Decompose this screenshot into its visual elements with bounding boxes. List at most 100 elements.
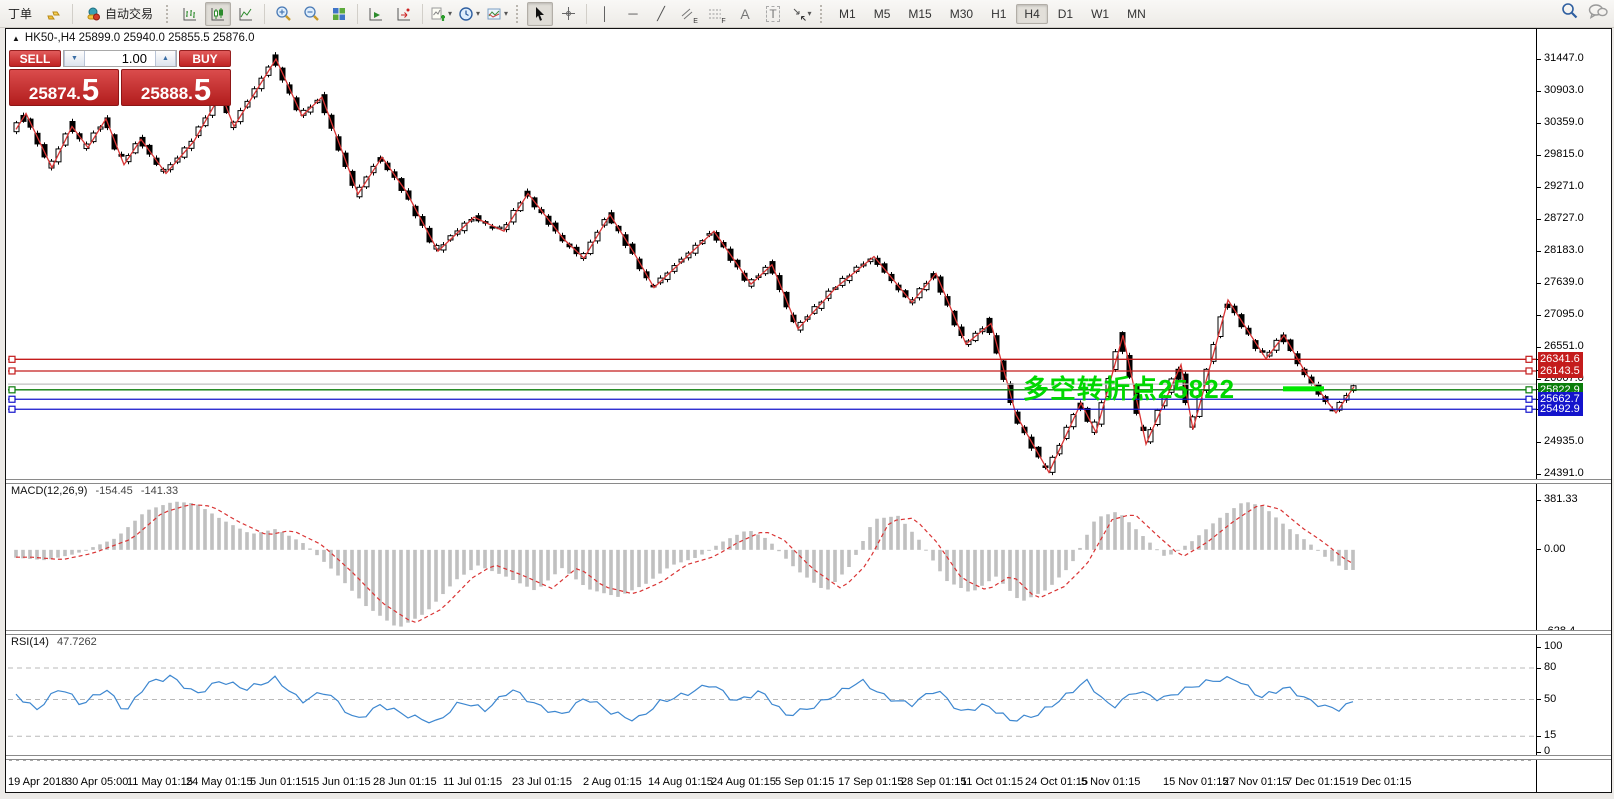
sell-button-label: SELL: [20, 52, 51, 66]
candlestick-icon: [210, 6, 226, 22]
top-toolbar: 丁单 自动交易: [0, 0, 1614, 28]
pane-separator[interactable]: [6, 479, 1611, 484]
sell-button[interactable]: SELL: [9, 50, 61, 67]
one-click-trade-panel: SELL ▼ 1.00 ▲ BUY 25874. 5 25888.: [9, 50, 231, 106]
trendline-icon: ╱: [657, 6, 665, 22]
toolbar-grip[interactable]: [820, 5, 825, 23]
chart-annotation: 多空转折点25822: [1023, 374, 1235, 404]
autotrade-button[interactable]: 自动交易: [78, 2, 160, 26]
price-axis[interactable]: 31447.030903.030359.029815.029271.028727…: [1536, 29, 1612, 792]
text-tool[interactable]: A: [732, 2, 758, 26]
rsi-label-row: RSI(14) 47.7262: [11, 636, 97, 648]
timeframe-m5[interactable]: M5: [866, 4, 899, 24]
arrows-tool[interactable]: ▾: [788, 2, 814, 26]
timeframe-m15[interactable]: M15: [900, 4, 939, 24]
pane-separator[interactable]: [6, 755, 1611, 760]
price-tick: 27095.0: [1544, 308, 1584, 320]
price-tick: 24391.0: [1544, 467, 1584, 479]
tile-windows-icon: [331, 6, 347, 22]
price-tick: 29271.0: [1544, 180, 1584, 192]
timeframe-w1[interactable]: W1: [1083, 4, 1117, 24]
toolbar-grip[interactable]: [166, 5, 171, 23]
bar-chart-mode-button[interactable]: [177, 2, 203, 26]
indicators-icon: [430, 6, 446, 22]
buy-price-pip: 5: [194, 78, 211, 102]
time-axis[interactable]: 19 Apr 201830 Apr 05:0011 May 01:1524 Ma…: [6, 776, 1536, 792]
time-label: 19 Dec 01:15: [1346, 776, 1411, 788]
toolbar-right: [1561, 2, 1608, 19]
time-label: 11 May 01:15: [127, 776, 193, 788]
price-tick: 31447.0: [1544, 52, 1584, 64]
timeframe-h1[interactable]: H1: [983, 4, 1014, 24]
timeframe-m30[interactable]: M30: [942, 4, 981, 24]
clock-icon: [458, 6, 474, 22]
time-label: 7 Dec 01:15: [1286, 776, 1345, 788]
macd-label-row: MACD(12,26,9) -154.45 -141.33: [11, 485, 178, 497]
volume-increase-button[interactable]: ▲: [155, 51, 176, 66]
time-label: 14 Aug 01:15: [648, 776, 713, 788]
chart-shift-button[interactable]: [391, 2, 417, 26]
dropdown-caret-icon[interactable]: ▾: [504, 9, 508, 18]
dropdown-caret-icon[interactable]: ▾: [448, 9, 452, 18]
vertical-line-tool[interactable]: │: [592, 2, 618, 26]
dropdown-caret-icon[interactable]: ▾: [476, 9, 480, 18]
zoom-in-button[interactable]: [270, 2, 296, 26]
buy-button[interactable]: BUY: [179, 50, 231, 67]
rsi-label: RSI(14): [11, 636, 49, 648]
cursor-button[interactable]: [527, 2, 553, 26]
auto-scroll-button[interactable]: [363, 2, 389, 26]
label-tool-icon: T: [766, 6, 779, 22]
fibo-sub-label: F: [721, 18, 725, 25]
horizontal-line-tool[interactable]: ─: [620, 2, 646, 26]
trendline-tool[interactable]: ╱: [648, 2, 674, 26]
timeframe-mn[interactable]: MN: [1119, 4, 1154, 24]
periods-button[interactable]: ▾: [456, 2, 482, 26]
zoom-out-button[interactable]: [298, 2, 324, 26]
macd-main-value: -154.45: [95, 485, 132, 497]
highlight-segment: [1283, 386, 1324, 391]
collapse-triangle-icon[interactable]: ▲: [12, 34, 20, 43]
autotrade-label: 自动交易: [105, 5, 153, 22]
indicators-button[interactable]: ▾: [428, 2, 454, 26]
time-label: 28 Sep 01:15: [901, 776, 966, 788]
new-order-button[interactable]: 丁单: [1, 2, 39, 26]
tile-windows-button[interactable]: [326, 2, 352, 26]
price-tick: 30359.0: [1544, 116, 1584, 128]
channel-tool[interactable]: E: [676, 2, 702, 26]
time-label: 19 Apr 2018: [8, 776, 67, 788]
time-label: 27 Nov 01:15: [1223, 776, 1288, 788]
price-tick: 24935.0: [1544, 435, 1584, 447]
fibonacci-tool[interactable]: F: [704, 2, 730, 26]
fibonacci-icon: [708, 7, 722, 21]
timeframe-m1[interactable]: M1: [831, 4, 864, 24]
volume-value[interactable]: 1.00: [85, 51, 155, 66]
buy-price-display[interactable]: 25888. 5: [121, 69, 231, 106]
autotrade-robot-icon: [85, 6, 101, 22]
templates-button[interactable]: ▾: [484, 2, 510, 26]
volume-decrease-button[interactable]: ▼: [64, 51, 85, 66]
deposit-button[interactable]: [41, 2, 67, 26]
gold-bars-icon: [46, 6, 62, 22]
time-label: 11 Jul 01:15: [443, 776, 502, 788]
macd-signal-line: [16, 505, 1352, 623]
crosshair-button[interactable]: [555, 2, 581, 26]
timeframe-h4[interactable]: H4: [1016, 4, 1047, 24]
sell-price-display[interactable]: 25874. 5: [9, 69, 119, 106]
pane-separator[interactable]: [6, 630, 1611, 635]
volume-box: ▼ 1.00 ▲: [63, 50, 177, 67]
label-tool[interactable]: T: [760, 2, 786, 26]
candlestick-mode-button[interactable]: [205, 2, 231, 26]
dropdown-caret-icon[interactable]: ▾: [808, 9, 812, 18]
price-chart[interactable]: 多空转折点25822: [6, 29, 1536, 790]
time-label: 5 Nov 01:15: [1081, 776, 1140, 788]
chat-icon[interactable]: [1588, 3, 1608, 19]
new-order-label: 丁单: [8, 5, 32, 22]
equidistant-channel-icon: [680, 7, 694, 21]
time-label: 23 Jul 01:15: [512, 776, 572, 788]
toolbar-grip[interactable]: [516, 5, 521, 23]
search-icon[interactable]: [1561, 2, 1578, 19]
line-chart-mode-button[interactable]: [233, 2, 259, 26]
rsi-tick: 100: [1544, 640, 1562, 652]
price-tick: 29815.0: [1544, 148, 1584, 160]
timeframe-d1[interactable]: D1: [1050, 4, 1081, 24]
